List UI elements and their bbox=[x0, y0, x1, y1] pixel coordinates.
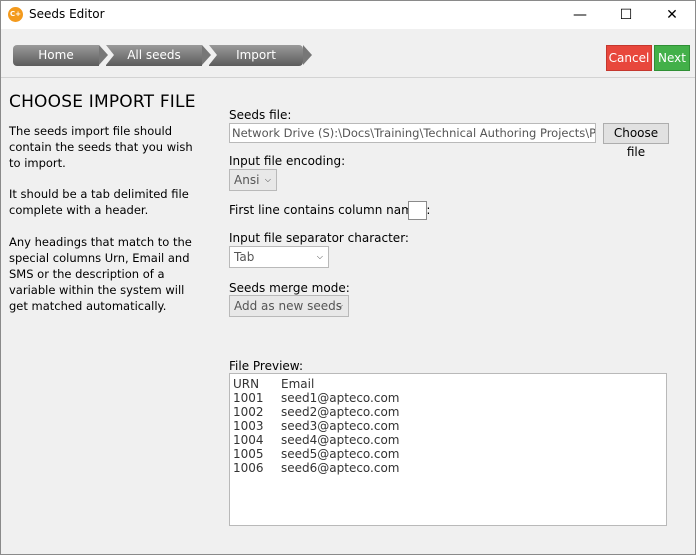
toolbar-divider bbox=[1, 77, 695, 78]
encoding-value: Ansi bbox=[234, 173, 260, 187]
title-bar: C+ Seeds Editor — ☐ ✕ bbox=[1, 1, 695, 29]
preview-urn: 1002 bbox=[233, 405, 264, 419]
preview-urn: 1006 bbox=[233, 461, 264, 475]
preview-row: 1006 seed6@apteco.com bbox=[233, 461, 400, 475]
seeds-file-field[interactable]: Network Drive (S):\Docs\Training\Technic… bbox=[229, 123, 596, 143]
file-preview-box[interactable]: URN Email 1001 seed1@apteco.com 1002 seed2@… bbox=[229, 373, 667, 526]
chevron-down-icon: ⌵ bbox=[316, 252, 323, 261]
breadcrumb-all-seeds-label: All seeds bbox=[127, 48, 181, 62]
preview-email: seed2@apteco.com bbox=[281, 405, 400, 419]
preview-email: seed5@apteco.com bbox=[281, 447, 400, 461]
preview-row: 1004 seed4@apteco.com bbox=[233, 433, 400, 447]
preview-email: seed3@apteco.com bbox=[281, 419, 400, 433]
preview-row: 1005 seed5@apteco.com bbox=[233, 447, 400, 461]
encoding-select[interactable]: Ansi ⌵ bbox=[229, 169, 277, 191]
separator-select[interactable]: Tab ⌵ bbox=[229, 246, 329, 268]
preview-row: 1001 seed1@apteco.com bbox=[233, 391, 400, 405]
window-title: Seeds Editor bbox=[29, 7, 105, 21]
preview-row: 1003 seed3@apteco.com bbox=[233, 419, 400, 433]
first-line-label: First line contains column names: bbox=[229, 203, 431, 217]
choose-file-button[interactable]: Choose file bbox=[603, 123, 669, 159]
close-icon[interactable]: ✕ bbox=[649, 1, 695, 29]
seeds-editor-window: C+ Seeds Editor — ☐ ✕ Home All seeds Imp… bbox=[0, 0, 696, 555]
preview-urn: 1004 bbox=[233, 433, 264, 447]
help-paragraph-2: It should be a tab delimited file comple… bbox=[9, 187, 189, 217]
app-logo-icon: C+ bbox=[8, 7, 23, 22]
separator-label: Input file separator character: bbox=[229, 231, 409, 245]
cancel-button[interactable]: Cancel bbox=[606, 45, 652, 71]
maximize-icon[interactable]: ☐ bbox=[603, 1, 649, 29]
preview-header-row: URN Email bbox=[233, 377, 314, 391]
minimize-icon[interactable]: — bbox=[557, 1, 603, 29]
breadcrumb-all-seeds[interactable]: All seeds bbox=[106, 45, 211, 66]
preview-row: 1002 seed2@apteco.com bbox=[233, 405, 400, 419]
breadcrumb-home[interactable]: Home bbox=[13, 45, 108, 66]
file-preview-label: File Preview: bbox=[229, 359, 303, 373]
separator-value: Tab bbox=[234, 250, 255, 264]
breadcrumb-import[interactable]: Import bbox=[209, 45, 312, 66]
page-heading: CHOOSE IMPORT FILE bbox=[9, 92, 196, 112]
preview-urn: 1001 bbox=[233, 391, 264, 405]
chevron-down-icon: ⌵ bbox=[264, 175, 271, 184]
chevron-down-icon: ⌵ bbox=[336, 301, 343, 310]
first-line-checkbox[interactable] bbox=[408, 201, 427, 220]
seeds-file-label: Seeds file: bbox=[229, 108, 292, 122]
merge-mode-label: Seeds merge mode: bbox=[229, 281, 350, 295]
preview-header-urn: URN bbox=[233, 377, 260, 391]
breadcrumb-home-label: Home bbox=[38, 48, 74, 62]
help-paragraph-1: The seeds import file should contain the… bbox=[9, 124, 193, 170]
preview-urn: 1003 bbox=[233, 419, 264, 433]
preview-email: seed6@apteco.com bbox=[281, 461, 400, 475]
preview-urn: 1005 bbox=[233, 447, 264, 461]
encoding-label: Input file encoding: bbox=[229, 154, 346, 168]
next-button[interactable]: Next bbox=[654, 45, 690, 71]
preview-email: seed4@apteco.com bbox=[281, 433, 400, 447]
help-paragraph-3: Any headings that match to the special c… bbox=[9, 235, 192, 313]
preview-header-email: Email bbox=[281, 377, 315, 391]
preview-email: seed1@apteco.com bbox=[281, 391, 400, 405]
merge-mode-value: Add as new seeds bbox=[234, 299, 342, 313]
merge-mode-select[interactable]: Add as new seeds ⌵ bbox=[229, 295, 349, 317]
breadcrumb-import-label: Import bbox=[236, 48, 276, 62]
